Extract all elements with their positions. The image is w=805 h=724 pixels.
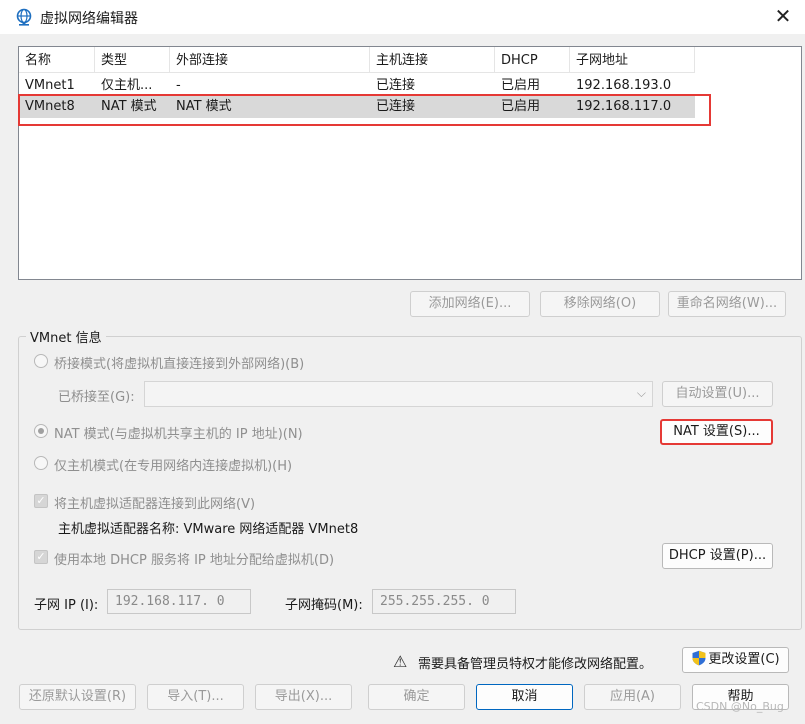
cell-dhcp: 已启用 xyxy=(501,78,541,93)
cell-name: VMnet8 xyxy=(25,99,75,114)
bridged-label: 桥接模式(将虚拟机直接连接到外部网络)(B) xyxy=(54,357,305,372)
connect-adapter-checkbox[interactable]: ✓ xyxy=(34,494,48,508)
nat-label: NAT 模式(与虚拟机共享主机的 IP 地址)(N) xyxy=(54,427,303,442)
close-icon[interactable]: ✕ xyxy=(770,4,796,30)
auto-settings-button[interactable]: 自动设置(U)... xyxy=(662,381,773,407)
watermark: CSDN @No_Bug xyxy=(696,700,784,713)
apply-button[interactable]: 应用(A) xyxy=(584,684,681,710)
hostonly-radio[interactable] xyxy=(34,456,48,470)
bridged-radio[interactable] xyxy=(34,354,48,368)
adapter-name-label: 主机虚拟适配器名称: VMware 网络适配器 VMnet8 xyxy=(58,522,359,537)
cell-host: 已连接 xyxy=(376,78,416,93)
cell-dhcp: 已启用 xyxy=(501,99,541,114)
dhcp-checkbox[interactable]: ✓ xyxy=(34,550,48,564)
connect-adapter-label: 将主机虚拟适配器连接到此网络(V) xyxy=(54,497,256,512)
admin-notice: 需要具备管理员特权才能修改网络配置。 xyxy=(418,657,653,672)
window-title: 虚拟网络编辑器 xyxy=(40,11,138,27)
column-header-name[interactable]: 名称 xyxy=(19,47,95,73)
bridged-to-label: 已桥接至(G): xyxy=(58,390,135,405)
remove-network-button[interactable]: 移除网络(O) xyxy=(540,291,660,317)
shield-icon xyxy=(692,650,706,666)
ok-button[interactable]: 确定 xyxy=(368,684,465,710)
dhcp-settings-button[interactable]: DHCP 设置(P)... xyxy=(662,543,773,569)
chevron-down-icon: ⌵ xyxy=(636,386,646,400)
cell-subnet: 192.168.193.0 xyxy=(576,78,672,93)
column-header-host[interactable]: 主机连接 xyxy=(370,47,495,73)
list-row-vmnet1[interactable]: VMnet1 仅主机... - 已连接 已启用 192.168.193.0 xyxy=(19,75,695,97)
cell-type: 仅主机... xyxy=(101,78,153,93)
network-list[interactable]: 名称 类型 外部连接 主机连接 DHCP 子网地址 VMnet1 仅主机... … xyxy=(18,46,802,280)
change-settings-label: 更改设置(C) xyxy=(708,652,780,667)
import-button[interactable]: 导入(T)... xyxy=(147,684,244,710)
list-row-vmnet8[interactable]: VMnet8 NAT 模式 NAT 模式 已连接 已启用 192.168.117… xyxy=(19,96,695,118)
subnet-ip-label: 子网 IP (I): xyxy=(34,598,99,613)
cancel-button[interactable]: 取消 xyxy=(476,684,573,710)
cell-host: 已连接 xyxy=(376,99,416,114)
hostonly-label: 仅主机模式(在专用网络内连接虚拟机)(H) xyxy=(54,459,293,474)
nat-settings-button[interactable]: NAT 设置(S)... xyxy=(660,419,773,445)
export-button[interactable]: 导出(X)... xyxy=(255,684,352,710)
bridged-to-select[interactable]: ⌵ xyxy=(144,381,653,407)
network-globe-icon xyxy=(16,8,32,26)
subnet-mask-field[interactable]: 255.255.255. 0 xyxy=(372,589,516,614)
rename-network-button[interactable]: 重命名网络(W)... xyxy=(668,291,786,317)
dhcp-label: 使用本地 DHCP 服务将 IP 地址分配给虚拟机(D) xyxy=(54,553,335,568)
warning-icon: ⚠ xyxy=(393,652,408,671)
add-network-button[interactable]: 添加网络(E)... xyxy=(410,291,530,317)
cell-name: VMnet1 xyxy=(25,78,75,93)
subnet-mask-label: 子网掩码(M): xyxy=(285,598,363,613)
cell-subnet: 192.168.117.0 xyxy=(576,99,672,114)
cell-external: NAT 模式 xyxy=(176,99,232,114)
column-header-subnet[interactable]: 子网地址 xyxy=(570,47,695,73)
column-header-external[interactable]: 外部连接 xyxy=(170,47,370,73)
cell-type: NAT 模式 xyxy=(101,99,157,114)
list-header: 名称 类型 外部连接 主机连接 DHCP 子网地址 xyxy=(19,47,695,73)
change-settings-button[interactable]: 更改设置(C) xyxy=(682,647,789,673)
cell-external: - xyxy=(176,78,181,93)
subnet-ip-field[interactable]: 192.168.117. 0 xyxy=(107,589,251,614)
column-header-dhcp[interactable]: DHCP xyxy=(495,47,570,73)
restore-defaults-button[interactable]: 还原默认设置(R) xyxy=(19,684,136,710)
nat-radio[interactable] xyxy=(34,424,48,438)
column-header-type[interactable]: 类型 xyxy=(95,47,170,73)
vmnet-info-title: VMnet 信息 xyxy=(26,327,106,346)
